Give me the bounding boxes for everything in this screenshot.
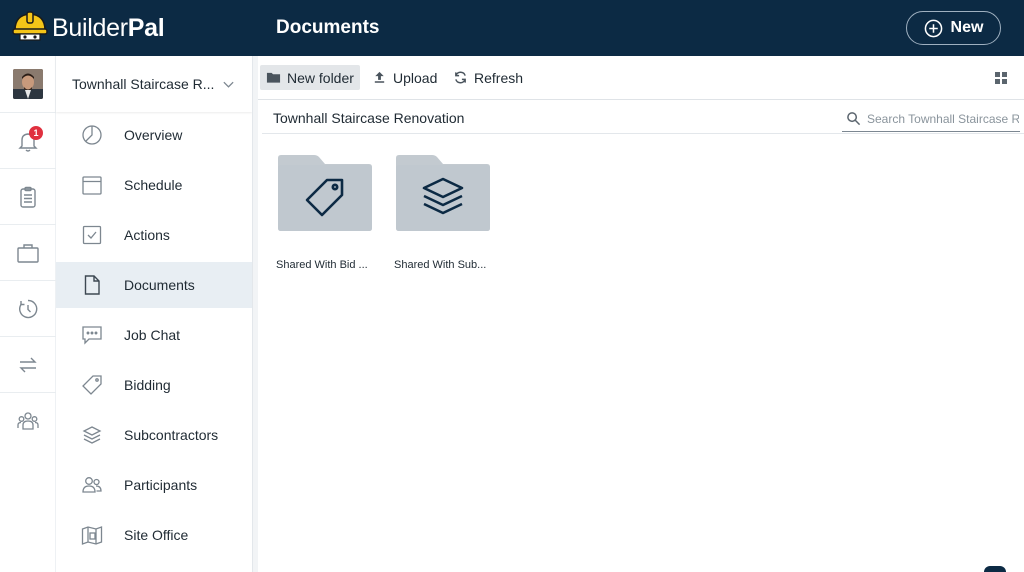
grid-view-icon[interactable] bbox=[994, 71, 1008, 85]
nav-item-job-chat[interactable]: Job Chat bbox=[56, 312, 252, 358]
folder-label: Shared With Bid ... bbox=[276, 259, 368, 271]
people-icon bbox=[82, 477, 102, 493]
layers-icon bbox=[82, 426, 102, 444]
hard-hat-logo-icon[interactable] bbox=[12, 10, 48, 42]
notification-badge: 1 bbox=[29, 126, 43, 140]
pie-chart-icon bbox=[82, 125, 102, 145]
rail-history[interactable] bbox=[0, 280, 56, 336]
refresh-button[interactable]: Refresh bbox=[447, 65, 529, 90]
folder-item-shared-with-bidders[interactable]: Shared With Bid ... bbox=[276, 154, 376, 278]
timer-icon bbox=[19, 299, 38, 318]
project-nav: Townhall Staircase R... Overview Schedul… bbox=[56, 56, 252, 572]
tag-icon bbox=[82, 375, 102, 395]
nav-item-subcontractors[interactable]: Subcontractors bbox=[56, 412, 252, 458]
nav-item-label: Job Chat bbox=[124, 327, 181, 343]
folder-path-title: Townhall Staircase Renovation bbox=[273, 110, 465, 126]
search-input[interactable] bbox=[867, 111, 1019, 126]
search-box[interactable] bbox=[842, 106, 1020, 132]
nav-item-label: Documents bbox=[124, 277, 195, 293]
document-icon bbox=[84, 275, 100, 295]
rail-transfer[interactable] bbox=[0, 336, 56, 392]
site-office-icon bbox=[81, 526, 103, 545]
nav-item-label: Actions bbox=[124, 227, 170, 243]
breadcrumb: Townhall Staircase Renovation bbox=[262, 102, 1024, 134]
upload-label: Upload bbox=[393, 69, 438, 86]
refresh-label: Refresh bbox=[474, 69, 524, 86]
project-selector[interactable]: Townhall Staircase R... bbox=[56, 56, 252, 112]
layers-icon bbox=[422, 177, 464, 215]
folder-label: Shared With Sub... bbox=[394, 259, 487, 271]
documents-toolbar: New folder Upload Refresh bbox=[258, 56, 1024, 100]
folder-item-shared-with-subcontractors[interactable]: Shared With Sub... bbox=[394, 154, 494, 278]
nav-item-label: Subcontractors bbox=[124, 427, 219, 443]
plus-circle-icon bbox=[924, 19, 942, 37]
folder-grid: Shared With Bid ... Shared With Sub... bbox=[258, 136, 1020, 572]
nav-item-overview[interactable]: Overview bbox=[56, 112, 252, 158]
rail-team[interactable] bbox=[0, 392, 56, 448]
search-icon bbox=[847, 112, 861, 126]
new-button-label: New bbox=[950, 19, 984, 36]
transfer-arrows-icon bbox=[19, 357, 37, 372]
nav-item-schedule[interactable]: Schedule bbox=[56, 162, 252, 208]
rail-briefcase[interactable] bbox=[0, 224, 56, 280]
nav-item-participants[interactable]: Participants bbox=[56, 462, 252, 508]
floating-widget-edge[interactable] bbox=[984, 566, 1006, 572]
top-bar: BuilderPal Documents New bbox=[0, 0, 1024, 56]
nav-item-documents[interactable]: Documents bbox=[56, 262, 252, 308]
avatar-photo-icon bbox=[13, 69, 43, 99]
nav-item-label: Site Office bbox=[124, 527, 189, 543]
nav-item-label: Overview bbox=[124, 127, 183, 143]
checkbox-icon bbox=[82, 225, 102, 245]
project-name: Townhall Staircase R... bbox=[72, 76, 215, 92]
clipboard-icon bbox=[20, 186, 36, 208]
refresh-icon bbox=[455, 71, 466, 84]
nav-item-actions[interactable]: Actions bbox=[56, 212, 252, 258]
briefcase-icon bbox=[17, 243, 39, 263]
nav-item-label: Participants bbox=[124, 477, 198, 493]
team-icon bbox=[17, 411, 39, 430]
nav-item-site-office[interactable]: Site Office bbox=[56, 512, 252, 558]
nav-item-bidding[interactable]: Bidding bbox=[56, 362, 252, 408]
icon-rail: 1 bbox=[0, 56, 56, 572]
new-folder-button[interactable]: New folder bbox=[260, 65, 360, 90]
tag-icon bbox=[305, 178, 344, 217]
documents-panel: New folder Upload Refresh Townhall Stair… bbox=[258, 56, 1024, 572]
page-title: Documents bbox=[276, 17, 380, 38]
upload-icon bbox=[374, 71, 385, 83]
calendar-icon bbox=[82, 176, 102, 195]
rail-clipboard[interactable] bbox=[0, 168, 56, 224]
chevron-down-icon bbox=[223, 81, 234, 88]
nav-item-label: Bidding bbox=[124, 377, 171, 393]
avatar[interactable] bbox=[13, 69, 43, 99]
brand-name-bold: Pal bbox=[127, 14, 165, 42]
chat-icon bbox=[82, 326, 102, 345]
folder-icon bbox=[266, 72, 281, 83]
upload-button[interactable]: Upload bbox=[366, 65, 443, 90]
nav-item-label: Schedule bbox=[124, 177, 183, 193]
rail-notifications[interactable]: 1 bbox=[0, 112, 56, 168]
brand-name[interactable]: BuilderPal bbox=[52, 12, 165, 44]
new-folder-label: New folder bbox=[287, 69, 354, 86]
new-button[interactable]: New bbox=[906, 11, 1001, 45]
brand-name-regular: Builder bbox=[52, 14, 128, 42]
